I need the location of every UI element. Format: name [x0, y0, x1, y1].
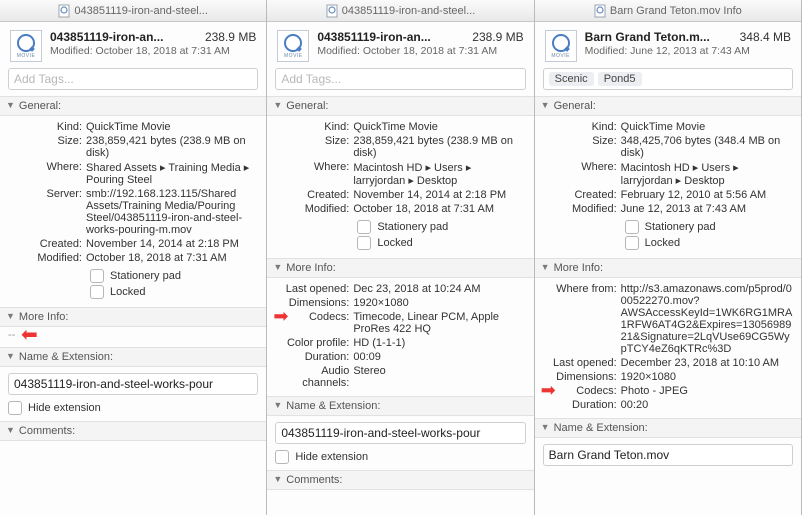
general-body: Kind:QuickTime Movie Size:348,425,706 by… [535, 116, 801, 258]
hide-extension-checkbox[interactable]: Hide extension [8, 401, 258, 415]
disclosure-icon: ▼ [6, 351, 15, 361]
disclosure-icon: ▼ [541, 262, 550, 272]
general-body: Kind:QuickTime Movie Size:238,859,421 by… [0, 116, 266, 307]
section-general[interactable]: ▼ General: [267, 96, 533, 116]
info-panel-2: 043851119-iron-and-steel... MOVIE 043851… [267, 0, 534, 515]
tags-input[interactable]: Add Tags... [275, 68, 525, 90]
locked-checkbox[interactable]: Locked [357, 236, 525, 250]
name-extension-input[interactable] [543, 444, 793, 466]
window-title: 043851119-iron-and-steel... [74, 5, 208, 17]
file-name: 043851119-iron-an... [317, 30, 430, 44]
stationery-checkbox[interactable]: Stationery pad [357, 220, 525, 234]
more-info-body: Last opened:Dec 23, 2018 at 10:24 AM Dim… [267, 278, 533, 396]
file-size: 238.9 MB [472, 30, 523, 44]
section-comments[interactable]: ▼ Comments: [0, 421, 266, 441]
file-modified: Modified: June 12, 2013 at 7:43 AM [585, 45, 791, 57]
file-modified: Modified: October 18, 2018 at 7:31 AM [317, 45, 523, 57]
disclosure-icon: ▼ [541, 100, 550, 110]
section-name-ext[interactable]: ▼ Name & Extension: [0, 347, 266, 367]
quicktime-icon: MOVIE [545, 30, 577, 62]
tag-pill[interactable]: Pond5 [598, 72, 642, 86]
window-title: Barn Grand Teton.mov Info [610, 5, 742, 17]
more-info-body: Where from:http://s3.amazonaws.com/p5pro… [535, 278, 801, 418]
stationery-checkbox[interactable]: Stationery pad [90, 269, 258, 283]
name-extension-input[interactable] [8, 373, 258, 395]
section-name-ext[interactable]: ▼ Name & Extension: [535, 418, 801, 438]
tags-input[interactable]: Scenic Pond5 [543, 68, 793, 90]
window-titlebar[interactable]: 043851119-iron-and-steel... [267, 0, 533, 22]
document-icon [58, 4, 70, 18]
section-more-info[interactable]: ▼ More Info: [267, 258, 533, 278]
file-header: MOVIE Barn Grand Teton.m... 348.4 MB Mod… [535, 22, 801, 66]
document-icon [326, 4, 338, 18]
window-titlebar[interactable]: Barn Grand Teton.mov Info [535, 0, 801, 22]
section-general[interactable]: ▼ General: [0, 96, 266, 116]
window-titlebar[interactable]: 043851119-iron-and-steel... [0, 0, 266, 22]
disclosure-icon: ▼ [273, 262, 282, 272]
file-modified: Modified: October 18, 2018 at 7:31 AM [50, 45, 256, 57]
section-name-ext[interactable]: ▼ Name & Extension: [267, 396, 533, 416]
file-name: Barn Grand Teton.m... [585, 30, 710, 44]
section-more-info[interactable]: ▼ More Info: [0, 307, 266, 327]
name-extension-input[interactable] [275, 422, 525, 444]
disclosure-icon: ▼ [273, 100, 282, 110]
locked-checkbox[interactable]: Locked [90, 285, 258, 299]
file-size: 238.9 MB [205, 30, 256, 44]
section-more-info[interactable]: ▼ More Info: [535, 258, 801, 278]
general-body: Kind:QuickTime Movie Size:238,859,421 by… [267, 116, 533, 258]
quicktime-icon: MOVIE [10, 30, 42, 62]
stationery-checkbox[interactable]: Stationery pad [625, 220, 793, 234]
hide-extension-checkbox[interactable]: Hide extension [275, 450, 525, 464]
tag-pill[interactable]: Scenic [549, 72, 594, 86]
disclosure-icon: ▼ [541, 422, 550, 432]
document-icon [594, 4, 606, 18]
window-title: 043851119-iron-and-steel... [342, 5, 476, 17]
disclosure-icon: ▼ [273, 400, 282, 410]
red-arrow-icon: ➡ [541, 385, 556, 395]
red-arrow-icon: ➡ [21, 330, 38, 340]
file-header: MOVIE 043851119-iron-an... 238.9 MB Modi… [0, 22, 266, 66]
file-header: MOVIE 043851119-iron-an... 238.9 MB Modi… [267, 22, 533, 66]
quicktime-icon: MOVIE [277, 30, 309, 62]
info-panel-1: 043851119-iron-and-steel... MOVIE 043851… [0, 0, 267, 515]
more-info-body: -- ➡ [0, 327, 266, 347]
red-arrow-icon: ➡ [273, 311, 288, 321]
disclosure-icon: ▼ [6, 311, 15, 321]
tags-input[interactable]: Add Tags... [8, 68, 258, 90]
section-comments[interactable]: ▼ Comments: [267, 470, 533, 490]
disclosure-icon: ▼ [6, 425, 15, 435]
section-general[interactable]: ▼ General: [535, 96, 801, 116]
locked-checkbox[interactable]: Locked [625, 236, 793, 250]
disclosure-icon: ▼ [273, 474, 282, 484]
file-name: 043851119-iron-an... [50, 30, 163, 44]
disclosure-icon: ▼ [6, 100, 15, 110]
info-panel-3: Barn Grand Teton.mov Info MOVIE Barn Gra… [535, 0, 802, 515]
file-size: 348.4 MB [740, 30, 791, 44]
